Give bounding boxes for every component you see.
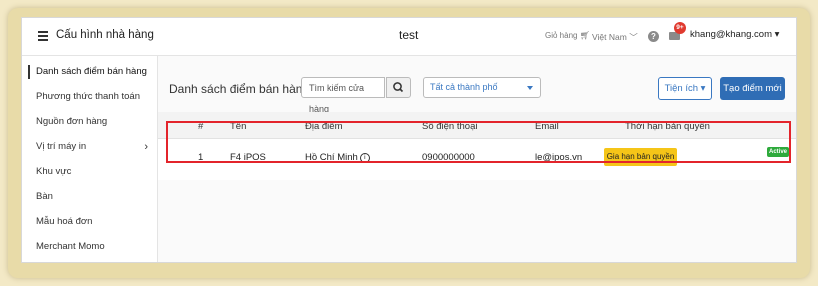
sidebar-item-tables[interactable]: Bàn	[36, 191, 154, 202]
user-email: khang@khang.com	[690, 29, 772, 40]
column-header: #	[198, 121, 204, 132]
sidebar-item-areas[interactable]: Khu vực	[36, 166, 154, 177]
app-window: Cấu hình nhà hàng test Giỏ hàng 🛒︎ Việt …	[21, 17, 797, 263]
caret-down-icon: ▾	[700, 83, 706, 94]
city-select-value: Tất cả thành phố	[430, 82, 498, 92]
location-text: Hồ Chí Minh	[305, 152, 358, 163]
store-phone: 0900000000	[422, 152, 475, 163]
store-name: F4 iPOS	[230, 152, 266, 163]
create-new-button[interactable]: Tạo điểm mới	[720, 77, 785, 100]
status-badge: Active	[767, 147, 789, 157]
chevron-right-icon: ›	[144, 141, 148, 153]
utilities-button[interactable]: Tiện ích ▾	[658, 77, 712, 100]
sidebar: Danh sách điểm bán hàng Phương thức than…	[22, 56, 158, 262]
user-menu[interactable]: khang@khang.com ▾	[690, 29, 779, 40]
search-input[interactable]: Tìm kiếm cửa hàng	[301, 77, 385, 114]
top-bar: Cấu hình nhà hàng test Giỏ hàng 🛒︎ Việt …	[22, 18, 796, 56]
column-header: Địa điểm	[305, 121, 343, 132]
caret-down-icon: ▾	[774, 29, 780, 40]
column-header: Email	[535, 121, 559, 132]
language-select[interactable]: Việt Nam ﹀	[592, 31, 638, 43]
utilities-label: Tiện ích	[664, 83, 699, 94]
section-title: Danh sách điểm bán hàng	[169, 82, 310, 96]
sidebar-item-merchant-momo[interactable]: Merchant Momo	[36, 241, 154, 252]
renew-license-button[interactable]: Gia hạn bản quyền	[604, 148, 677, 166]
info-icon[interactable]: i	[359, 153, 370, 163]
table-row[interactable]: 1 F4 iPOS Hồ Chí Minh i 0900000000 le@ipo…	[158, 139, 796, 180]
sidebar-item-payment-methods[interactable]: Phương thức thanh toán	[36, 91, 154, 102]
row-index: 1	[198, 152, 204, 163]
cart-label: Giỏ hàng	[545, 31, 578, 40]
caret-down-icon	[527, 86, 533, 90]
cart-link[interactable]: Giỏ hàng 🛒︎	[545, 31, 590, 40]
notification-badge: 9+	[674, 22, 686, 34]
sidebar-item-label: Vị trí máy in	[36, 141, 87, 152]
app-title: Cấu hình nhà hàng	[56, 29, 154, 41]
column-header: Thời hạn bản quyền	[625, 121, 710, 132]
menu-icon[interactable]	[38, 31, 48, 41]
cart-icon: 🛒︎	[579, 31, 590, 40]
sidebar-item-sales-points[interactable]: Danh sách điểm bán hàng	[36, 66, 154, 77]
page-title: test	[399, 28, 419, 42]
table-header: # Tên Địa điểm Số điện thoại Email Thời …	[158, 112, 796, 139]
help-icon[interactable]: ?	[648, 31, 659, 42]
search-button[interactable]	[386, 77, 411, 98]
store-email: le@ipos.vn	[535, 152, 583, 163]
sidebar-item-invoice-templates[interactable]: Mẫu hoá đơn	[36, 216, 154, 227]
language-label: Việt Nam	[592, 32, 627, 42]
city-select[interactable]: Tất cả thành phố	[423, 77, 541, 98]
store-location: Hồ Chí Minh i	[305, 152, 370, 163]
search-icon	[393, 82, 404, 93]
sidebar-item-order-sources[interactable]: Nguồn đơn hàng	[36, 116, 154, 127]
column-header: Tên	[230, 121, 247, 132]
main-content: Danh sách điểm bán hàng Tìm kiếm cửa hàn…	[158, 56, 796, 262]
sidebar-item-printer-location[interactable]: Vị trí máy in ›	[36, 141, 154, 153]
column-header: Số điện thoại	[422, 121, 478, 132]
chevron-down-icon: ﹀	[629, 32, 638, 42]
active-indicator	[28, 65, 30, 79]
